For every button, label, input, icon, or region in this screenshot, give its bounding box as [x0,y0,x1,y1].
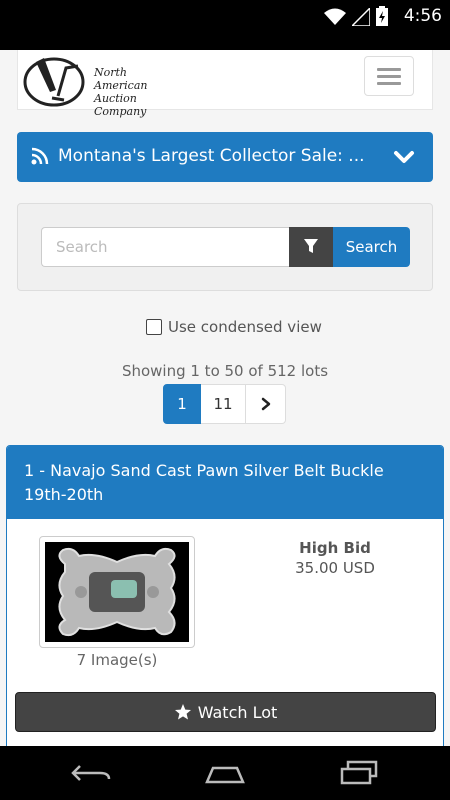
status-icons [324,6,388,26]
search-panel: Search [17,203,433,291]
hamburger-bar [377,68,401,71]
menu-toggle-button[interactable] [364,56,414,96]
high-bid-value: 35.00 USD [295,559,375,577]
app-content: North American Auction Company Montana's… [0,50,450,746]
watch-lot-button[interactable]: Watch Lot [15,692,436,732]
results-count: Showing 1 to 50 of 512 lots [121,362,329,380]
logo-line-1: North American [94,66,148,92]
logo-text: North American Auction Company [94,66,182,118]
chevron-right-icon [261,397,270,411]
gavel-logo-icon [23,57,85,107]
status-time: 4:56 [403,6,442,26]
sale-dropdown[interactable]: Montana's Largest Collector Sale: ... [17,132,433,182]
watch-lot-label: Watch Lot [197,702,278,722]
filter-icon [304,238,318,253]
search-input[interactable] [41,227,291,267]
filter-button[interactable] [289,227,333,267]
lot-card: 1 - Navajo Sand Cast Pawn Silver Belt Bu… [6,445,444,746]
page-1-button[interactable]: 1 [163,384,201,424]
chevron-down-icon[interactable] [393,149,415,165]
lot-thumbnail[interactable] [39,536,195,648]
condensed-view-toggle[interactable]: Use condensed view [146,318,322,336]
hamburger-bar [377,75,401,78]
pagination: 1 11 [163,384,286,424]
lot-header[interactable]: 1 - Navajo Sand Cast Pawn Silver Belt Bu… [7,446,443,519]
star-icon [174,704,191,720]
back-icon[interactable] [70,762,112,784]
lot-image[interactable] [45,542,189,642]
page-11-button[interactable]: 11 [201,384,246,424]
status-bar: 4:56 [0,0,450,50]
search-button[interactable]: Search [333,227,410,267]
home-icon[interactable] [203,762,247,784]
hamburger-bar [377,82,401,85]
condensed-view-label: Use condensed view [168,318,322,336]
sale-title: Montana's Largest Collector Sale: ... [58,146,365,166]
top-navbar: North American Auction Company [17,50,433,118]
belt-buckle-image [58,547,176,637]
high-bid-label: High Bid [299,539,371,557]
signal-icon [352,8,370,26]
condensed-view-checkbox[interactable] [146,319,162,335]
image-count[interactable]: 7 Image(s) [39,651,195,669]
battery-icon [376,6,388,26]
company-logo[interactable]: North American Auction Company [22,54,182,118]
system-nav-bar [0,746,450,800]
next-page-button[interactable] [246,384,286,424]
lot-title[interactable]: 1 - Navajo Sand Cast Pawn Silver Belt Bu… [24,459,429,507]
logo-line-2: Auction Company [94,92,147,118]
rss-icon[interactable] [31,147,49,165]
wifi-icon [324,8,346,25]
recent-apps-icon[interactable] [338,760,380,786]
